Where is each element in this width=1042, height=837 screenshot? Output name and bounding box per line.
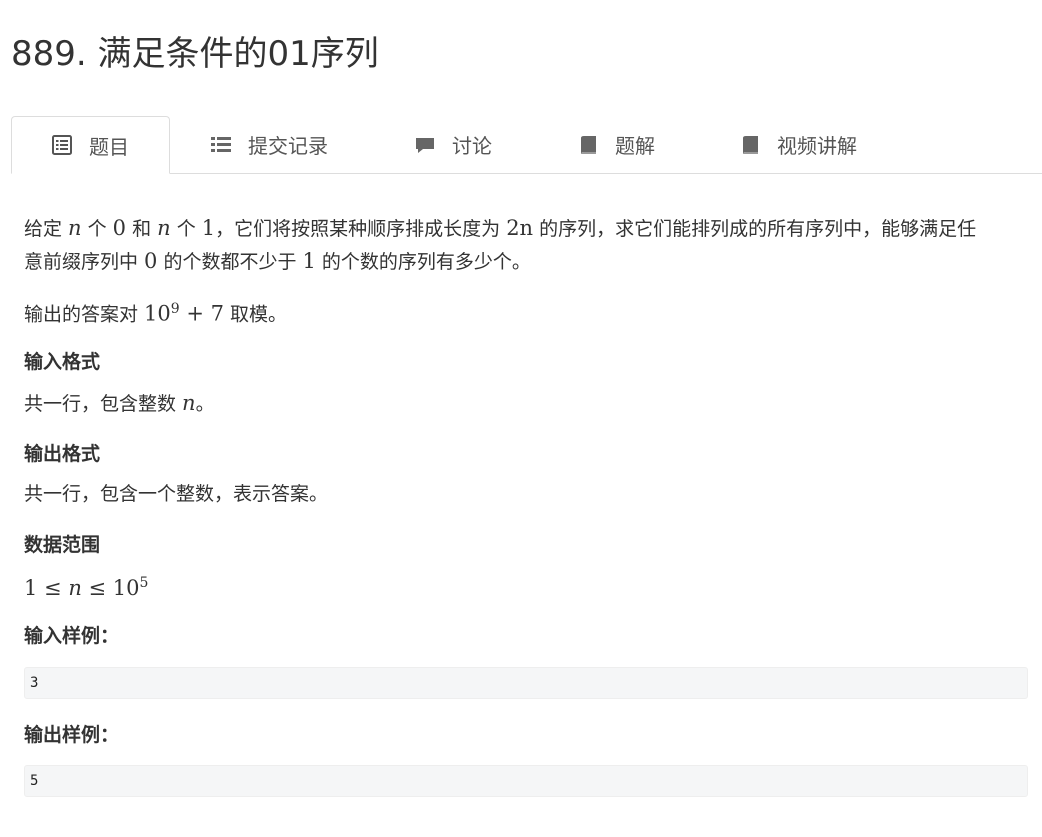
sample-input-code[interactable]: 3 xyxy=(24,667,1028,699)
tab-label: 视频讲解 xyxy=(777,134,857,158)
input-format-text: 共一行，包含整数 n。 xyxy=(24,391,215,415)
tab-bar: 题目 提交记录 讨论 题解 视频讲解 xyxy=(11,116,1042,174)
page-title: 889. 满足条件的01序列 xyxy=(11,34,379,74)
problem-statement: 给定 n 个 0 和 n 个 1，它们将按照某种顺序排成长度为 2n 的序列，求… xyxy=(24,212,1024,278)
tab-label: 题解 xyxy=(615,134,655,158)
tab-label: 题目 xyxy=(89,134,129,159)
sample-output-heading: 输出样例： xyxy=(24,724,120,746)
data-range-heading: 数据范围 xyxy=(24,534,101,556)
book-icon xyxy=(743,135,758,154)
tab-submissions[interactable]: 提交记录 xyxy=(210,116,328,173)
output-format-heading: 输出格式 xyxy=(24,443,101,465)
tab-label: 提交记录 xyxy=(248,134,328,158)
data-range-expression: 1 ≤ n ≤ 105 xyxy=(24,575,149,600)
modulo-text: 输出的答案对 109 + 7 取模。 xyxy=(24,301,288,326)
tab-solutions[interactable]: 题解 xyxy=(577,116,655,173)
output-format-text: 共一行，包含一个整数，表示答案。 xyxy=(24,483,329,505)
tab-label: 讨论 xyxy=(452,134,492,158)
comment-icon xyxy=(416,137,434,153)
statement-paragraph: 给定 n 个 0 和 n 个 1，它们将按照某种顺序排成长度为 2n 的序列，求… xyxy=(24,216,977,273)
book-icon xyxy=(581,135,596,154)
sample-output-code[interactable]: 5 xyxy=(24,765,1028,797)
tab-problem[interactable]: 题目 xyxy=(11,116,170,174)
tab-video[interactable]: 视频讲解 xyxy=(739,116,857,173)
tab-discussion[interactable]: 讨论 xyxy=(414,116,492,173)
input-format-heading: 输入格式 xyxy=(24,351,101,373)
list-icon xyxy=(211,136,231,152)
list-alt-icon xyxy=(52,135,72,155)
sample-input-heading: 输入样例： xyxy=(24,625,120,647)
